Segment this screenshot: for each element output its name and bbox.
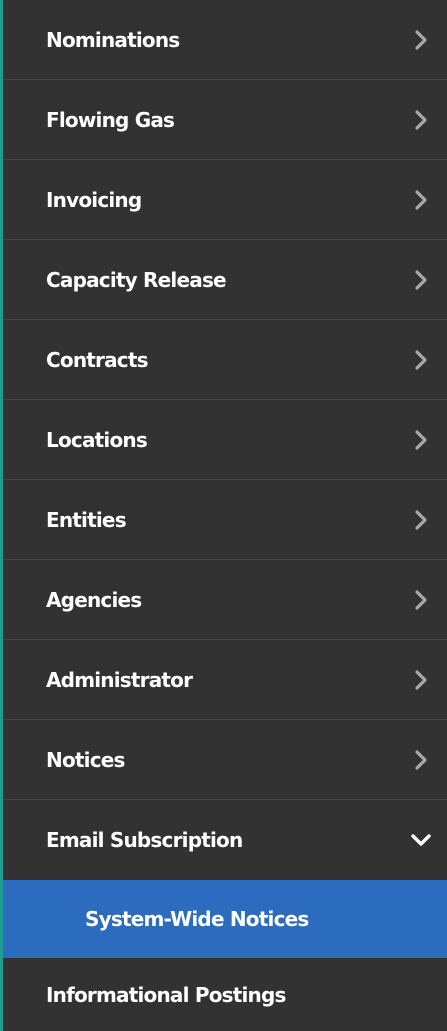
menu-item-nominations[interactable]: Nominations (3, 0, 447, 80)
menu-item-label: Agencies (46, 587, 142, 612)
submenu-item-system-wide-notices[interactable]: System-Wide Notices (3, 880, 447, 958)
chevron-down-icon (409, 828, 433, 852)
menu-item-label: Invoicing (46, 187, 142, 212)
chevron-right-icon (409, 268, 433, 292)
menu-item-contracts[interactable]: Contracts (3, 320, 447, 400)
chevron-right-icon (409, 108, 433, 132)
chevron-right-icon (409, 428, 433, 452)
chevron-right-icon (409, 28, 433, 52)
menu-item-label: Capacity Release (46, 267, 227, 292)
side-navigation-menu: Nominations Flowing Gas Invoicing Capaci… (0, 0, 447, 1031)
chevron-right-icon (409, 668, 433, 692)
menu-item-label: Flowing Gas (46, 107, 175, 132)
menu-item-label: Email Subscription (46, 828, 243, 852)
menu-item-label: Entities (46, 507, 127, 532)
chevron-right-icon (409, 348, 433, 372)
menu-item-email-subscription[interactable]: Email Subscription (3, 800, 447, 880)
menu-item-label: Nominations (46, 27, 180, 52)
menu-item-label: Notices (46, 747, 125, 772)
chevron-right-icon (409, 748, 433, 772)
menu-item-entities[interactable]: Entities (3, 480, 447, 560)
menu-item-label: Administrator (46, 667, 193, 692)
menu-item-agencies[interactable]: Agencies (3, 560, 447, 640)
chevron-right-icon (409, 588, 433, 612)
chevron-right-icon (409, 188, 433, 212)
menu-item-locations[interactable]: Locations (3, 400, 447, 480)
menu-item-invoicing[interactable]: Invoicing (3, 160, 447, 240)
chevron-right-icon (409, 508, 433, 532)
menu-item-capacity-release[interactable]: Capacity Release (3, 240, 447, 320)
menu-item-notices[interactable]: Notices (3, 720, 447, 800)
menu-item-label: Locations (46, 427, 148, 452)
menu-item-flowing-gas[interactable]: Flowing Gas (3, 80, 447, 160)
submenu-item-label: System-Wide Notices (85, 907, 309, 931)
menu-item-informational-postings[interactable]: Informational Postings (3, 958, 447, 1031)
menu-item-label: Contracts (46, 347, 149, 372)
menu-item-administrator[interactable]: Administrator (3, 640, 447, 720)
menu-item-label: Informational Postings (46, 982, 286, 1007)
